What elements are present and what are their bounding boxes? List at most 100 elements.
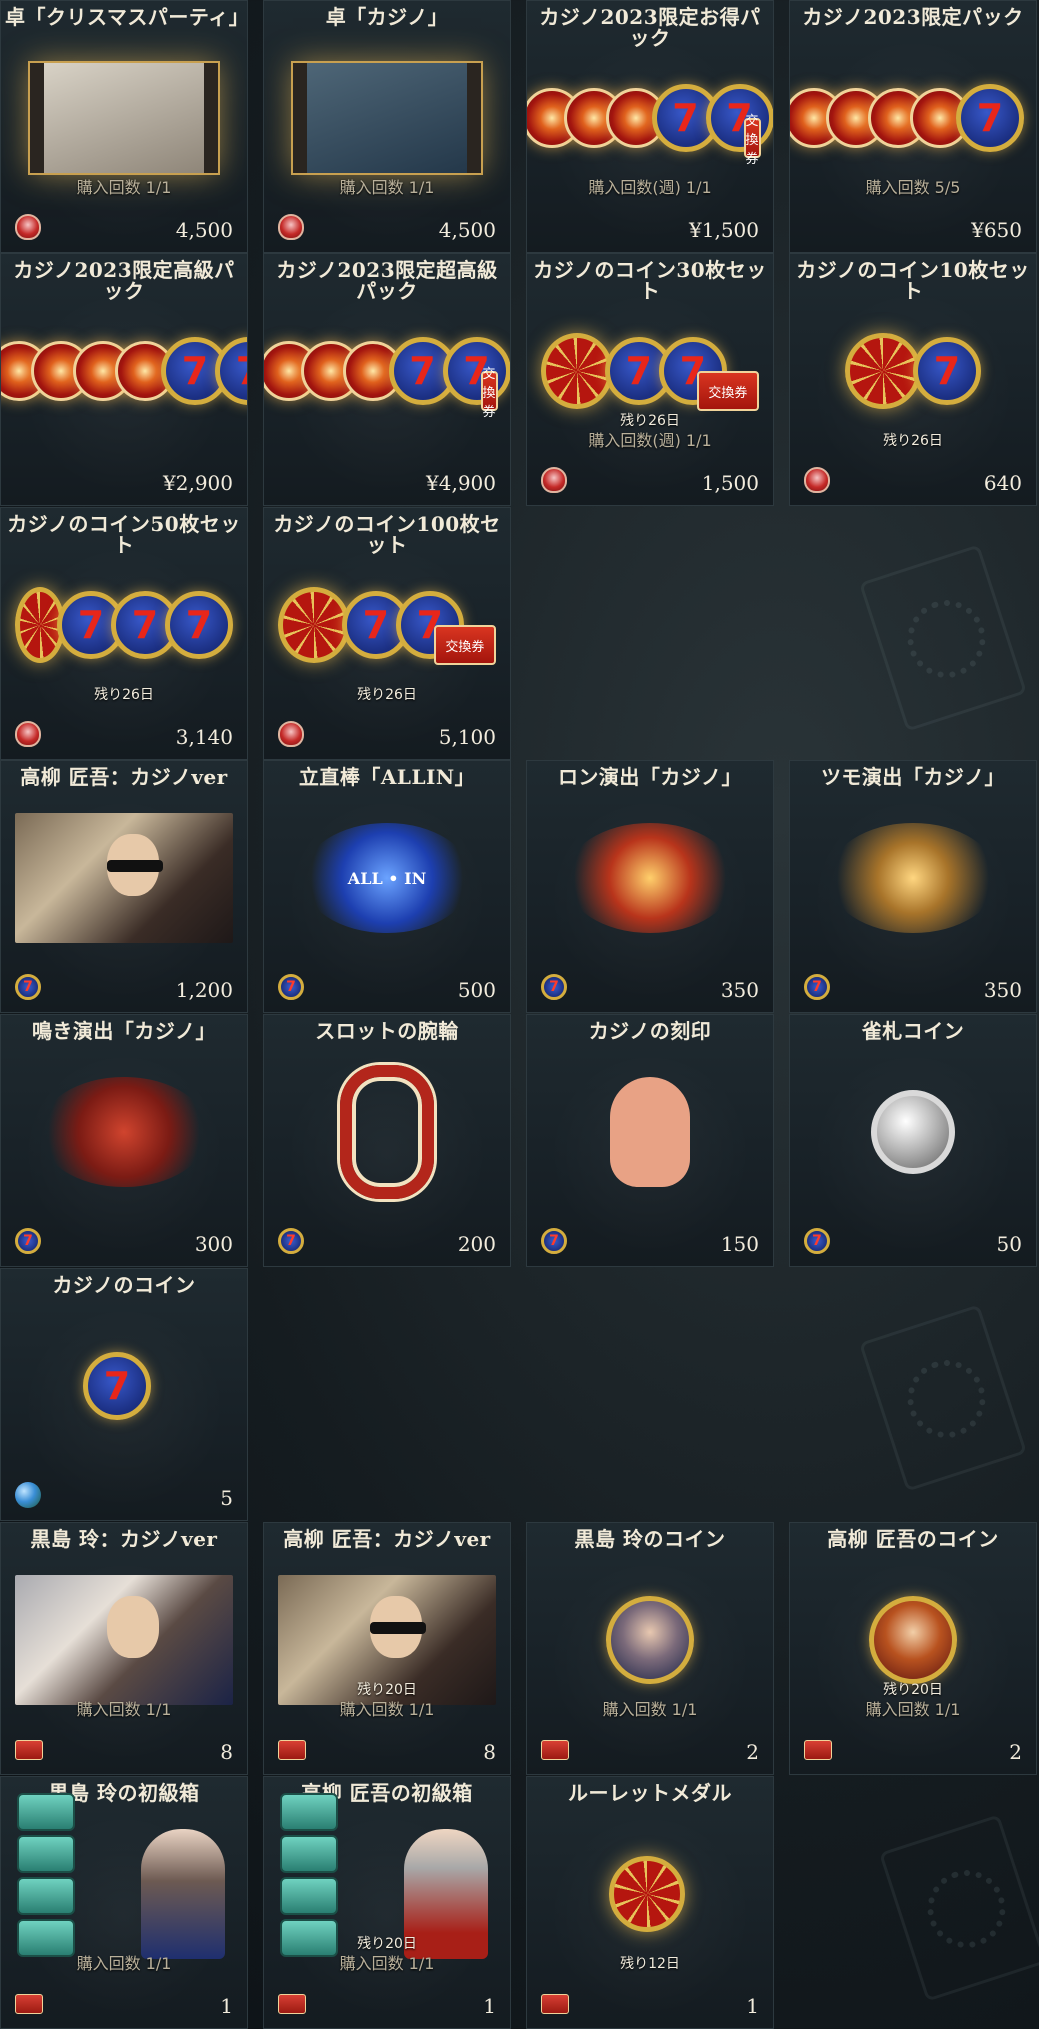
item-art bbox=[15, 53, 233, 183]
item-title: 高柳 匠吾のコイン bbox=[827, 1527, 999, 1551]
shop-item-card[interactable]: 鳴き演出「カジノ」 7 300 bbox=[0, 1014, 248, 1267]
item-price: 8 bbox=[483, 1740, 496, 1764]
starter-box-image bbox=[15, 1793, 233, 1959]
item-price: 1 bbox=[483, 1994, 496, 2018]
shop-item-card[interactable]: カジノのコイン100枚セット 7 7 交換券 残り26日 5,100 bbox=[263, 507, 511, 760]
casino-coin-icon: 7 bbox=[15, 974, 41, 1000]
tsumo-effect-image bbox=[828, 823, 998, 933]
item-title: ルーレットメダル bbox=[568, 1781, 732, 1805]
item-art bbox=[278, 53, 496, 183]
shop-item-card[interactable]: カジノのコイン50枚セット 7 7 7 残り26日 3,140 bbox=[0, 507, 248, 760]
item-art: 777 bbox=[15, 560, 233, 690]
item-art: 7 7 交換券 bbox=[264, 306, 510, 436]
shop-item-card[interactable]: カジノ2023限定超高級パック 7 7 交換券 ¥4,900 bbox=[263, 253, 511, 506]
roulette-icon bbox=[845, 333, 921, 409]
item-art bbox=[804, 1067, 1022, 1197]
mahjong-tile-emblem-background bbox=[858, 544, 1028, 732]
shield-coin-icon bbox=[278, 214, 304, 240]
item-title: カジノのコイン30枚セット bbox=[533, 258, 767, 303]
shop-item-card[interactable]: 雀札コイン 7 50 bbox=[789, 1014, 1037, 1267]
purchase-limit-label: 購入回数 1/1 bbox=[339, 1954, 435, 1973]
shop-item-card[interactable]: 立直棒「ALLIN」 ALL • IN 7 500 bbox=[263, 760, 511, 1013]
chip-stack bbox=[1, 341, 175, 401]
item-title: 黒島 玲：カジノver bbox=[30, 1527, 218, 1551]
exchange-ticket-icon bbox=[541, 1994, 569, 2014]
globe-coin-icon bbox=[15, 1482, 41, 1508]
item-price: 3,140 bbox=[175, 725, 233, 749]
item-price: 4,500 bbox=[438, 218, 496, 242]
item-title: カジノのコイン10枚セット bbox=[796, 258, 1030, 303]
christmas-table-image bbox=[30, 63, 218, 173]
item-title: ツモ演出「カジノ」 bbox=[820, 765, 1006, 789]
item-price: ¥4,900 bbox=[426, 471, 496, 495]
purchase-limit-label: 購入回数(週) 1/1 bbox=[588, 178, 712, 197]
item-title: カジノ2023限定パック bbox=[802, 5, 1024, 29]
shop-item-card[interactable]: 高柳 匠吾：カジノver 残り20日 購入回数 1/1 8 bbox=[263, 1522, 511, 1775]
shop-item-card[interactable]: ルーレットメダル 残り12日 1 bbox=[526, 1776, 774, 2029]
shop-item-card[interactable]: スロットの腕輪 7 200 bbox=[263, 1014, 511, 1267]
shop-item-card[interactable]: 黒島 玲の初級箱 購入回数 1/1 1 bbox=[0, 1776, 248, 2029]
item-price: 8 bbox=[220, 1740, 233, 1764]
treasure-box-icon bbox=[17, 1793, 75, 1831]
character-portrait-kuroshima bbox=[15, 1575, 233, 1705]
purchase-limit-label: 購入回数 1/1 bbox=[339, 178, 435, 197]
coin-stack: 7 bbox=[913, 337, 981, 405]
item-title: 鳴き演出「カジノ」 bbox=[31, 1019, 217, 1043]
remaining-days-label: 残り26日 bbox=[94, 687, 154, 703]
shop-item-card[interactable]: 高柳 匠吾のコイン 残り20日 購入回数 1/1 2 bbox=[789, 1522, 1037, 1775]
exchange-ticket-icon bbox=[278, 1994, 306, 2014]
exchange-ticket-icon: 交換券 bbox=[743, 113, 761, 167]
shop-item-card[interactable]: 黒島 玲：カジノver 購入回数 1/1 8 bbox=[0, 1522, 248, 1775]
shop-item-card[interactable]: ツモ演出「カジノ」 7 350 bbox=[789, 760, 1037, 1013]
chip-stack bbox=[527, 88, 666, 148]
shop-item-card[interactable]: 高柳 匠吾：カジノver 7 1,200 bbox=[0, 760, 248, 1013]
exchange-ticket-icon bbox=[541, 1740, 569, 1760]
exchange-ticket-icon bbox=[15, 1740, 43, 1760]
face-shape bbox=[106, 1595, 159, 1658]
purchase-limit-label: 購入回数 5/5 bbox=[865, 178, 961, 197]
shop-item-card[interactable]: カジノ2023限定パック 7 購入回数 5/5 ¥650 bbox=[789, 0, 1037, 253]
sunglasses-shape bbox=[106, 859, 163, 872]
coin-stack: 7 bbox=[83, 1352, 151, 1420]
chip-stack bbox=[790, 88, 970, 148]
shop-item-card[interactable]: ロン演出「カジノ」 7 350 bbox=[526, 760, 774, 1013]
purchase-limit-label: 購入回数 1/1 bbox=[76, 1954, 172, 1973]
item-title: カジノ2023限定超高級パック bbox=[276, 258, 498, 303]
coin-stack: 77 bbox=[161, 337, 247, 405]
item-art bbox=[15, 813, 233, 943]
item-price: 4,500 bbox=[175, 218, 233, 242]
remaining-days-label: 残り20日 bbox=[883, 1682, 943, 1698]
seven-coin-icon: 7 bbox=[83, 1352, 151, 1420]
shop-item-card[interactable]: カジノ2023限定高級パック 77 ¥2,900 bbox=[0, 253, 248, 506]
purchase-limit-label: 購入回数 1/1 bbox=[602, 1700, 698, 1719]
shop-item-card[interactable]: カジノ2023限定お得パック 7 7 交換券 購入回数(週) 1/1 ¥1,500 bbox=[526, 0, 774, 253]
kuroshima-coin-icon bbox=[606, 1596, 694, 1684]
shop-item-card[interactable]: 卓「クリスマスパーティ」 購入回数 1/1 4,500 bbox=[0, 0, 248, 253]
seven-coin-icon: 7 bbox=[705, 84, 773, 152]
item-price: 640 bbox=[983, 471, 1022, 495]
item-art bbox=[541, 1067, 759, 1197]
exchange-ticket-icon: 交換券 bbox=[480, 366, 498, 420]
treasure-box-icon bbox=[17, 1919, 75, 1957]
shop-item-card[interactable]: カジノの刻印 7 150 bbox=[526, 1014, 774, 1267]
shop-item-card[interactable]: 卓「カジノ」 購入回数 1/1 4,500 bbox=[263, 0, 511, 253]
purchase-limit-label: 購入回数 1/1 bbox=[76, 1700, 172, 1719]
item-art bbox=[541, 813, 759, 943]
item-price: 5,100 bbox=[438, 725, 496, 749]
shop-item-card[interactable]: カジノのコイン 7 5 bbox=[0, 1268, 248, 1521]
item-art: 7 bbox=[804, 306, 1022, 436]
treasure-box-icon bbox=[280, 1835, 338, 1873]
coin-stack: 7 bbox=[956, 84, 1024, 152]
roulette-medal-icon bbox=[609, 1856, 685, 1932]
shop-item-card[interactable]: カジノのコイン10枚セット 7 残り26日 640 bbox=[789, 253, 1037, 506]
item-art: 7 7 交換券 bbox=[527, 53, 773, 183]
casino-coin-icon: 7 bbox=[804, 974, 830, 1000]
item-art bbox=[804, 813, 1022, 943]
shop-item-card[interactable]: カジノのコイン30枚セット 7 7 交換券 残り26日 購入回数(週) 1/1 1,500 bbox=[526, 253, 774, 506]
item-title: 黒島 玲のコイン bbox=[574, 1527, 726, 1551]
casino-coin-icon: 7 bbox=[541, 1228, 567, 1254]
item-price: ¥1,500 bbox=[689, 218, 759, 242]
shop-item-card[interactable]: 黒島 玲のコイン 購入回数 1/1 2 bbox=[526, 1522, 774, 1775]
shop-item-card[interactable]: 高柳 匠吾の初級箱 残り20日 購入回数 1/1 1 bbox=[263, 1776, 511, 2029]
remaining-days-label: 残り20日 bbox=[357, 1936, 417, 1952]
